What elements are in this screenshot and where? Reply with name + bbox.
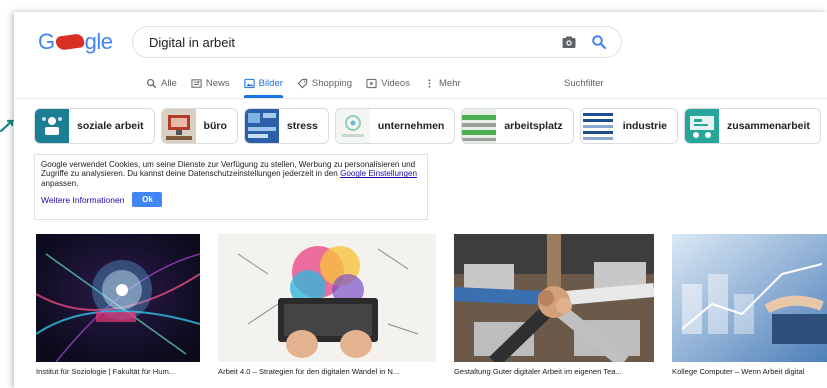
image-result[interactable]: Institut für Soziologie | Fakultät für H… xyxy=(36,234,200,376)
chip-unternehmen[interactable]: unternehmen xyxy=(334,108,456,144)
chip-thumbnail xyxy=(244,109,279,143)
ok-button[interactable]: Ok xyxy=(132,192,163,208)
laptop-sketch-image xyxy=(218,234,436,362)
logo-letters-gle: gle xyxy=(84,29,113,54)
image-icon xyxy=(243,78,255,88)
browser-page: G gle Digital in arbeit Alle News Bilder xyxy=(14,12,827,388)
result-caption: Gestaltung Guter digitaler Arbeit im eig… xyxy=(454,367,622,376)
tab-label: Bilder xyxy=(258,77,283,89)
result-caption: Arbeit 4.0 – Strategien für den digitale… xyxy=(218,367,400,376)
search-tabs: Alle News Bilder Shopping Videos Mehr xyxy=(146,70,475,98)
tab-alle[interactable]: Alle xyxy=(146,70,177,96)
related-search-chips: soziale arbeit büro stress unternehmen a… xyxy=(34,108,827,144)
team-fists-image xyxy=(454,234,654,362)
chip-label: industrie xyxy=(622,120,668,132)
result-caption: Kollege Computer – Wenn Arbeit digital xyxy=(672,367,805,376)
tab-shopping[interactable]: Shopping xyxy=(297,70,352,96)
camera-icon[interactable] xyxy=(561,34,577,50)
chip-stress[interactable]: stress xyxy=(243,108,329,144)
chip-label: büro xyxy=(203,120,227,132)
tab-news[interactable]: News xyxy=(191,70,230,96)
cookie-notice: Google verwendet Cookies, um seine Diens… xyxy=(34,154,428,220)
chip-arbeitsplatz[interactable]: arbeitsplatz xyxy=(461,108,574,144)
cookie-text: Google verwendet Cookies, um seine Diens… xyxy=(41,160,421,188)
chip-soziale-arbeit[interactable]: soziale arbeit xyxy=(34,108,155,144)
google-settings-link[interactable]: Google Einstellungen xyxy=(340,169,417,178)
tab-label: Shopping xyxy=(311,77,353,89)
video-icon xyxy=(366,78,377,88)
image-result[interactable]: Kollege Computer – Wenn Arbeit digital xyxy=(672,234,827,376)
chip-label: stress xyxy=(286,120,318,132)
chip-label: arbeitsplatz xyxy=(504,120,563,132)
chip-thumbnail xyxy=(161,109,196,143)
google-doodle-logo[interactable]: G gle xyxy=(38,29,113,54)
chip-label: unternehmen xyxy=(377,120,445,132)
more-info-link[interactable]: Weitere Informationen xyxy=(41,195,124,205)
image-result[interactable]: Gestaltung Guter digitaler Arbeit im eig… xyxy=(454,234,654,376)
search-icon xyxy=(146,78,157,88)
image-result[interactable]: Arbeit 4.0 – Strategien für den digitale… xyxy=(218,234,436,376)
chip-thumbnail xyxy=(685,109,720,143)
search-icon[interactable] xyxy=(591,34,607,50)
tag-icon xyxy=(297,78,308,88)
result-image[interactable] xyxy=(36,234,200,362)
search-input[interactable]: Digital in arbeit xyxy=(149,35,561,50)
tab-label: Videos xyxy=(381,77,410,89)
search-box[interactable]: Digital in arbeit xyxy=(132,26,622,58)
chip-buero[interactable]: büro xyxy=(160,108,238,144)
chip-label: soziale arbeit xyxy=(77,120,144,132)
digital-brain-image xyxy=(36,234,200,362)
result-image[interactable] xyxy=(218,234,436,362)
tab-mehr[interactable]: Mehr xyxy=(424,70,461,96)
result-caption: Institut für Soziologie | Fakultät für H… xyxy=(36,367,176,376)
news-icon xyxy=(191,78,202,88)
tab-label: News xyxy=(205,77,230,89)
tabs-divider xyxy=(14,98,827,99)
result-image[interactable] xyxy=(672,234,827,362)
digital-work-image xyxy=(672,234,827,362)
chip-thumbnail xyxy=(35,109,69,143)
chip-thumbnail xyxy=(335,109,370,143)
pointer-arrow-icon xyxy=(0,119,14,132)
chip-thumbnail xyxy=(462,109,497,143)
tab-bilder[interactable]: Bilder xyxy=(243,70,284,98)
image-results: Institut für Soziologie | Fakultät für H… xyxy=(36,234,827,384)
tab-label: Mehr xyxy=(438,77,461,89)
search-filter-button[interactable]: Suchfilter xyxy=(564,70,604,96)
logo-letter-g: G xyxy=(38,29,55,54)
tab-videos[interactable]: Videos xyxy=(366,70,410,96)
cookie-text-part: anpassen. xyxy=(41,178,79,188)
chip-industrie[interactable]: industrie xyxy=(579,108,679,144)
chip-zusammenarbeit[interactable]: zusammenarbeit xyxy=(684,108,821,144)
doodle-shape xyxy=(54,33,85,51)
chip-thumbnail xyxy=(580,109,615,143)
result-image[interactable] xyxy=(454,234,654,362)
tab-label: Alle xyxy=(161,77,177,89)
more-vert-icon xyxy=(428,78,431,88)
chip-label: zusammenarbeit xyxy=(727,120,810,132)
